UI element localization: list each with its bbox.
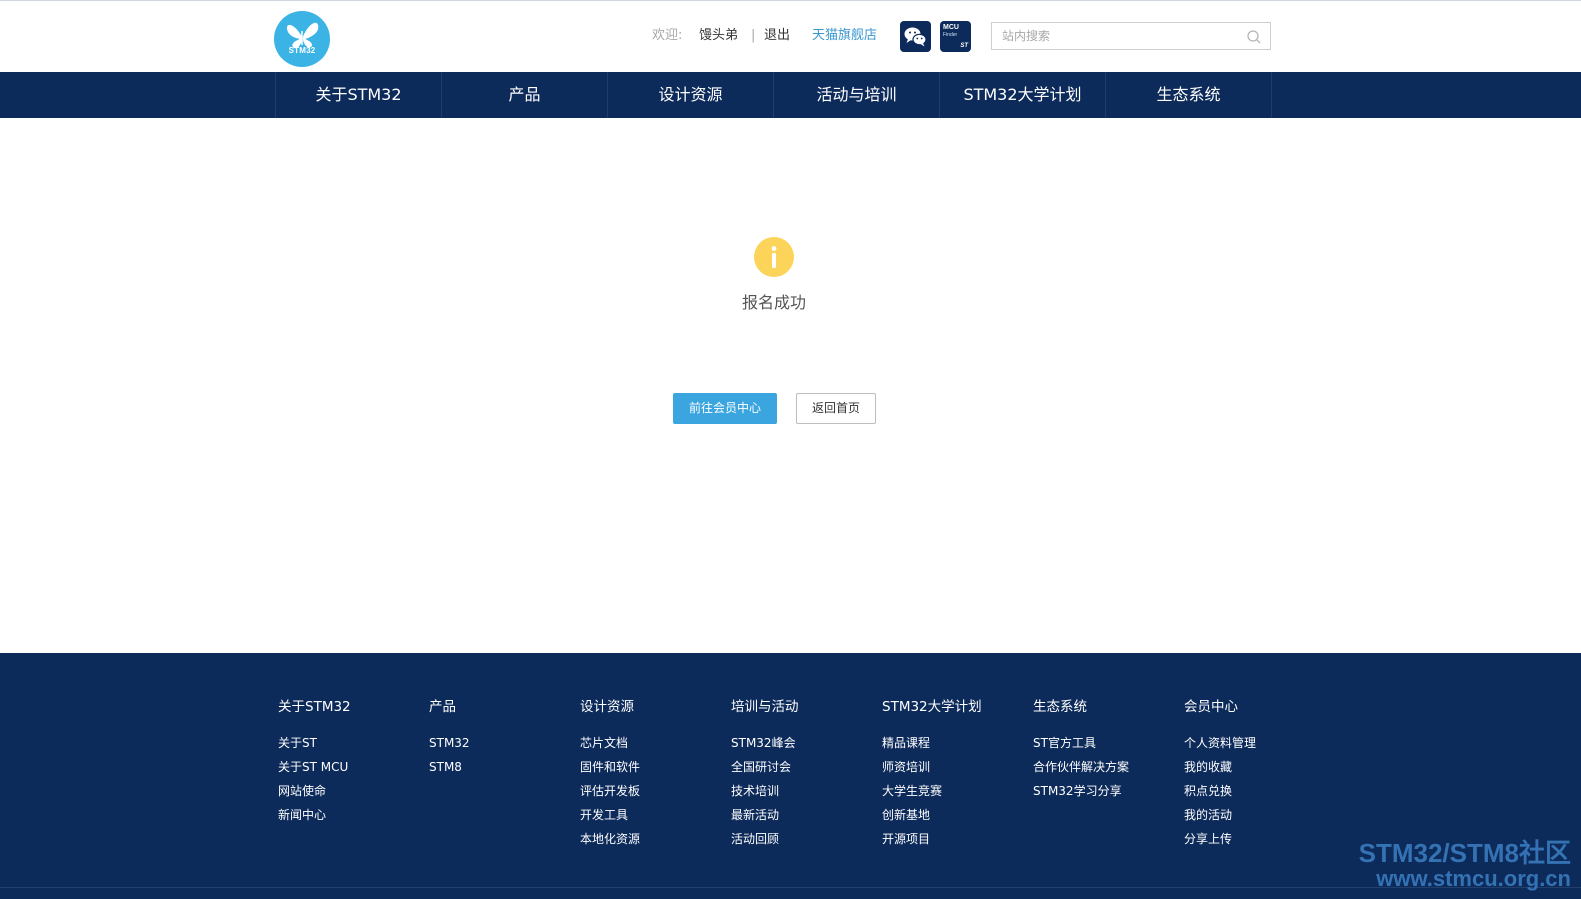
footer-link[interactable]: 本地化资源 xyxy=(580,827,730,851)
footer-link[interactable]: 合作伙伴解决方案 xyxy=(1033,755,1183,779)
nav-item-events-training[interactable]: 活动与培训 xyxy=(774,72,940,118)
footer-link[interactable]: 个人资料管理 xyxy=(1184,731,1334,755)
footer-link[interactable]: 开发工具 xyxy=(580,803,730,827)
footer-link[interactable]: 固件和软件 xyxy=(580,755,730,779)
footer: 关于STM32 关于ST 关于ST MCU 网站使命 新闻中心 产品 STM32… xyxy=(0,653,1581,899)
member-center-button[interactable]: 前往会员中心 xyxy=(673,393,777,424)
welcome-label: 欢迎: xyxy=(652,28,683,43)
logo-text: STM32 xyxy=(288,46,316,55)
logout-link[interactable]: 退出 xyxy=(764,28,790,44)
footer-link[interactable]: 我的收藏 xyxy=(1184,755,1334,779)
footer-link[interactable]: 芯片文档 xyxy=(580,731,730,755)
footer-link[interactable]: 最新活动 xyxy=(731,803,881,827)
footer-link[interactable]: STM32峰会 xyxy=(731,731,881,755)
footer-link[interactable]: STM32学习分享 xyxy=(1033,779,1183,803)
footer-link[interactable]: 积点兑换 xyxy=(1184,779,1334,803)
footer-link[interactable]: 新闻中心 xyxy=(278,803,428,827)
footer-column-title[interactable]: 产品 xyxy=(429,697,579,717)
footer-link[interactable]: 活动回顾 xyxy=(731,827,881,851)
footer-column-title[interactable]: STM32大学计划 xyxy=(882,697,1032,717)
search-box xyxy=(991,22,1271,50)
search-icon[interactable] xyxy=(1246,29,1262,45)
footer-column-title[interactable]: 设计资源 xyxy=(580,697,730,717)
st-logo-icon: ST xyxy=(960,43,968,49)
footer-link[interactable]: 大学生竞赛 xyxy=(882,779,1032,803)
watermark-title: STM32/STM8社区 xyxy=(1358,838,1571,868)
nav-item-university[interactable]: STM32大学计划 xyxy=(940,72,1106,118)
footer-link[interactable]: 创新基地 xyxy=(882,803,1032,827)
wechat-icon xyxy=(904,27,927,47)
footer-column-title[interactable]: 生态系统 xyxy=(1033,697,1183,717)
nav-item-products[interactable]: 产品 xyxy=(442,72,608,118)
footer-link[interactable]: 关于ST xyxy=(278,731,428,755)
footer-link[interactable]: ST官方工具 xyxy=(1033,731,1183,755)
nav-item-design-resources[interactable]: 设计资源 xyxy=(608,72,774,118)
stm32-logo[interactable]: STM32 xyxy=(274,11,330,67)
footer-column-member-center: 会员中心 个人资料管理 我的收藏 积点兑换 我的活动 分享上传 xyxy=(1184,697,1334,851)
back-home-button[interactable]: 返回首页 xyxy=(796,393,876,424)
footer-link[interactable]: 评估开发板 xyxy=(580,779,730,803)
tmall-store-link[interactable]: 天猫旗舰店 xyxy=(812,28,877,44)
username-link[interactable]: 馒头弟 xyxy=(699,28,738,44)
info-icon xyxy=(754,237,794,277)
footer-column-title[interactable]: 会员中心 xyxy=(1184,697,1334,717)
footer-column-products: 产品 STM32 STM8 xyxy=(429,697,579,779)
footer-link[interactable]: STM32 xyxy=(429,731,579,755)
footer-column-title[interactable]: 关于STM32 xyxy=(278,697,428,717)
footer-column-about: 关于STM32 关于ST 关于ST MCU 网站使命 新闻中心 xyxy=(278,697,428,827)
watermark: STM32/STM8社区 www.stmcu.org.cn xyxy=(1359,839,1571,891)
nav-item-about[interactable]: 关于STM32 xyxy=(276,72,442,118)
mcu-finder-subtitle: Finder xyxy=(943,32,958,38)
footer-link[interactable]: 技术培训 xyxy=(731,779,881,803)
footer-link[interactable]: 分享上传 xyxy=(1184,827,1334,851)
search-input[interactable] xyxy=(992,23,1247,49)
nav-item-ecosystem[interactable]: 生态系统 xyxy=(1106,72,1272,118)
footer-link[interactable]: 师资培训 xyxy=(882,755,1032,779)
footer-column-training: 培训与活动 STM32峰会 全国研讨会 技术培训 最新活动 活动回顾 xyxy=(731,697,881,851)
footer-link[interactable]: STM8 xyxy=(429,755,579,779)
footer-link[interactable]: 网站使命 xyxy=(278,779,428,803)
footer-column-title[interactable]: 培训与活动 xyxy=(731,697,881,717)
header: STM32 欢迎: 馒头弟 | 退出 天猫旗舰店 MCU Finder ST xyxy=(0,1,1581,72)
footer-column-design-resources: 设计资源 芯片文档 固件和软件 评估开发板 开发工具 本地化资源 xyxy=(580,697,730,851)
main-nav: 关于STM32 产品 设计资源 活动与培训 STM32大学计划 生态系统 xyxy=(0,72,1581,118)
footer-link[interactable]: 关于ST MCU xyxy=(278,755,428,779)
wechat-button[interactable] xyxy=(900,21,931,52)
footer-column-university: STM32大学计划 精品课程 师资培训 大学生竞赛 创新基地 开源项目 xyxy=(882,697,1032,851)
success-message: 报名成功 xyxy=(741,293,806,312)
footer-divider xyxy=(0,887,1581,888)
watermark-url: www.stmcu.org.cn xyxy=(1376,866,1571,891)
footer-link[interactable]: 精品课程 xyxy=(882,731,1032,755)
butterfly-icon xyxy=(286,22,319,49)
footer-link[interactable]: 我的活动 xyxy=(1184,803,1334,827)
separator: | xyxy=(751,28,756,43)
footer-link[interactable]: 全国研讨会 xyxy=(731,755,881,779)
mcu-finder-title: MCU xyxy=(943,24,959,31)
footer-column-ecosystem: 生态系统 ST官方工具 合作伙伴解决方案 STM32学习分享 xyxy=(1033,697,1183,803)
mcu-finder-button[interactable]: MCU Finder ST xyxy=(940,21,971,52)
footer-link[interactable]: 开源项目 xyxy=(882,827,1032,851)
